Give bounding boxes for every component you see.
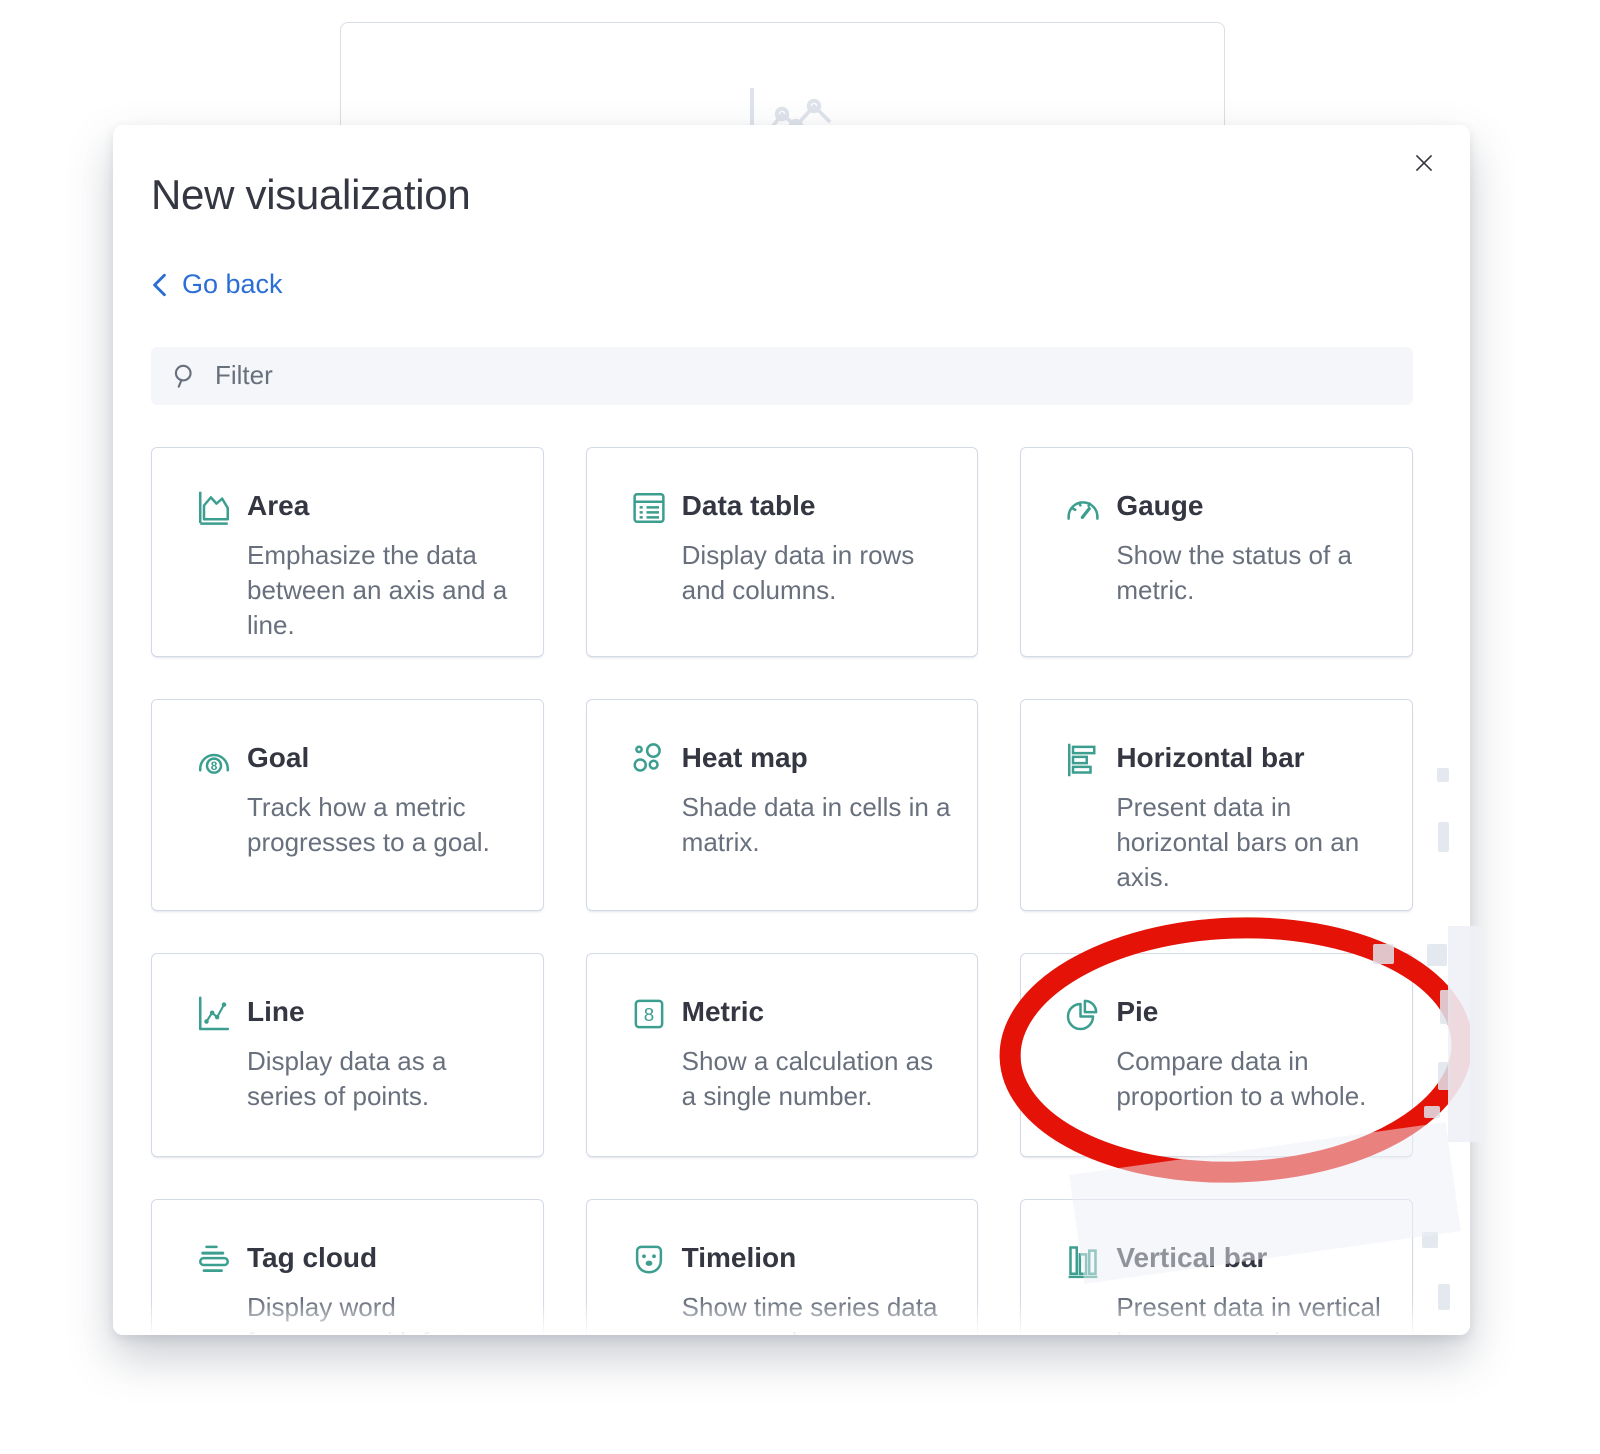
card-title: Line: [247, 996, 517, 1028]
close-icon[interactable]: [1402, 141, 1446, 185]
search-icon: [172, 363, 199, 395]
card-title: Horizontal bar: [1116, 742, 1386, 774]
card-title: Data table: [682, 490, 952, 522]
background-block: [1438, 822, 1449, 852]
pie-chart-icon: [1063, 994, 1103, 1128]
vis-card-area[interactable]: Area Emphasize the data between an axis …: [151, 447, 544, 657]
vis-card-line[interactable]: Line Display data as a series of points.: [151, 953, 544, 1157]
filter-input[interactable]: [151, 347, 1413, 405]
modal-title: New visualization: [151, 171, 1413, 219]
go-back-label: Go back: [182, 269, 283, 300]
vis-card-data-table[interactable]: Data table Display data in rows and colu…: [586, 447, 979, 657]
tag-cloud-icon: [194, 1240, 234, 1336]
card-description: Emphasize the data between an axis and a…: [247, 538, 517, 643]
background-block: [1437, 768, 1449, 782]
background-block: [1427, 944, 1447, 966]
screen: New visualization Go back: [0, 0, 1600, 1454]
horizontal-bar-icon: [1063, 740, 1103, 882]
card-title: Metric: [682, 996, 952, 1028]
line-chart-icon: [194, 994, 234, 1128]
background-band: [1448, 926, 1482, 1142]
svg-text:8: 8: [643, 1003, 653, 1024]
background-block: [1440, 990, 1450, 1024]
vis-card-tag-cloud[interactable]: Tag cloud Display word frequency with fo…: [151, 1199, 544, 1336]
vis-card-gauge[interactable]: Gauge Show the status of a metric.: [1020, 447, 1413, 657]
card-description: Present data in vertical bars on an axis…: [1116, 1290, 1386, 1336]
metric-icon: 8: [629, 994, 669, 1128]
goal-icon: 8: [194, 740, 234, 882]
data-table-icon: [629, 488, 669, 628]
background-block: [1438, 1284, 1450, 1310]
svg-text:8: 8: [211, 758, 218, 772]
card-description: Track how a metric progresses to a goal.: [247, 790, 517, 860]
vis-card-timelion[interactable]: Timelion Show time series data on a grap…: [586, 1199, 979, 1336]
card-title: Tag cloud: [247, 1242, 517, 1274]
go-back-link[interactable]: Go back: [151, 269, 283, 300]
chevron-left-icon: [151, 272, 168, 298]
gauge-icon: [1063, 488, 1103, 628]
card-title: Gauge: [1116, 490, 1386, 522]
card-title: Area: [247, 490, 517, 522]
card-description: Display data as a series of points.: [247, 1044, 517, 1114]
card-title: Goal: [247, 742, 517, 774]
card-description: Show time series data on a graph.: [682, 1290, 952, 1336]
card-title: Pie: [1116, 996, 1386, 1028]
card-description: Display data in rows and columns.: [682, 538, 952, 608]
card-description: Shade data in cells in a matrix.: [682, 790, 952, 860]
card-description: Display word frequency with font size.: [247, 1290, 517, 1336]
card-title: Timelion: [682, 1242, 952, 1274]
vis-card-heat-map[interactable]: Heat map Shade data in cells in a matrix…: [586, 699, 979, 911]
vis-card-horizontal-bar[interactable]: Horizontal bar Present data in horizonta…: [1020, 699, 1413, 911]
card-description: Show a calculation as a single number.: [682, 1044, 952, 1114]
background-block: [1424, 1106, 1440, 1118]
vis-card-metric[interactable]: 8 Metric Show a calculation as a single …: [586, 953, 979, 1157]
background-block: [1438, 1062, 1450, 1090]
card-description: Show the status of a metric.: [1116, 538, 1386, 608]
card-title: Heat map: [682, 742, 952, 774]
vis-card-goal[interactable]: 8 Goal Track how a metric progresses to …: [151, 699, 544, 911]
timelion-icon: [629, 1240, 669, 1336]
filter-field: [151, 347, 1413, 405]
card-description: Compare data in proportion to a whole.: [1116, 1044, 1386, 1114]
vis-card-pie[interactable]: Pie Compare data in proportion to a whol…: [1020, 953, 1413, 1157]
heat-map-icon: [629, 740, 669, 882]
area-chart-icon: [194, 488, 234, 628]
card-description: Present data in horizontal bars on an ax…: [1116, 790, 1386, 895]
background-block: [1373, 944, 1394, 964]
